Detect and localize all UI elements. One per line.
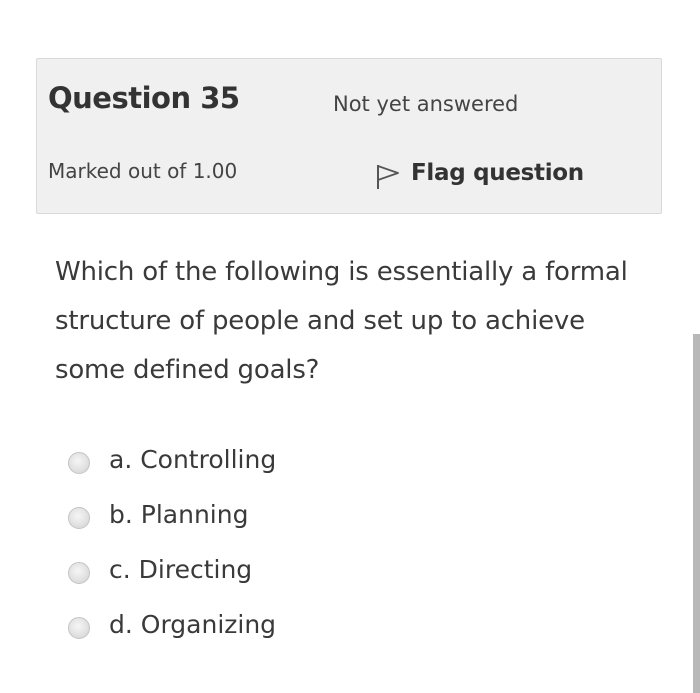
question-number: Question 35	[48, 81, 240, 115]
radio-button[interactable]	[68, 506, 90, 529]
question-text: Which of the following is essentially a …	[55, 257, 628, 385]
flag-icon	[377, 165, 399, 189]
flag-question-button[interactable]: Flag question	[375, 155, 584, 191]
answer-option-b[interactable]: b. Planning	[68, 487, 628, 542]
answer-label: d. Organizing	[109, 610, 277, 639]
question-info-panel: Question 35 Not yet answered Marked out …	[36, 58, 662, 214]
question-grade: Marked out of 1.00	[48, 159, 238, 183]
answer-label: b. Planning	[109, 500, 249, 529]
answer-label: a. Controlling	[109, 445, 277, 474]
answer-option-c[interactable]: c. Directing	[68, 542, 628, 597]
vertical-scrollbar[interactable]	[693, 334, 700, 693]
quiz-page: Question 35 Not yet answered Marked out …	[0, 0, 700, 693]
radio-button[interactable]	[68, 451, 90, 474]
answer-list: a. Controlling b. Planning c. Directing …	[68, 432, 628, 652]
answer-label: c. Directing	[109, 555, 253, 584]
radio-button[interactable]	[68, 616, 90, 639]
flag-question-label: Flag question	[411, 160, 584, 186]
answer-option-a[interactable]: a. Controlling	[68, 432, 628, 487]
radio-button[interactable]	[68, 561, 90, 584]
question-state: Not yet answered	[333, 92, 519, 116]
answer-option-d[interactable]: d. Organizing	[68, 597, 628, 652]
